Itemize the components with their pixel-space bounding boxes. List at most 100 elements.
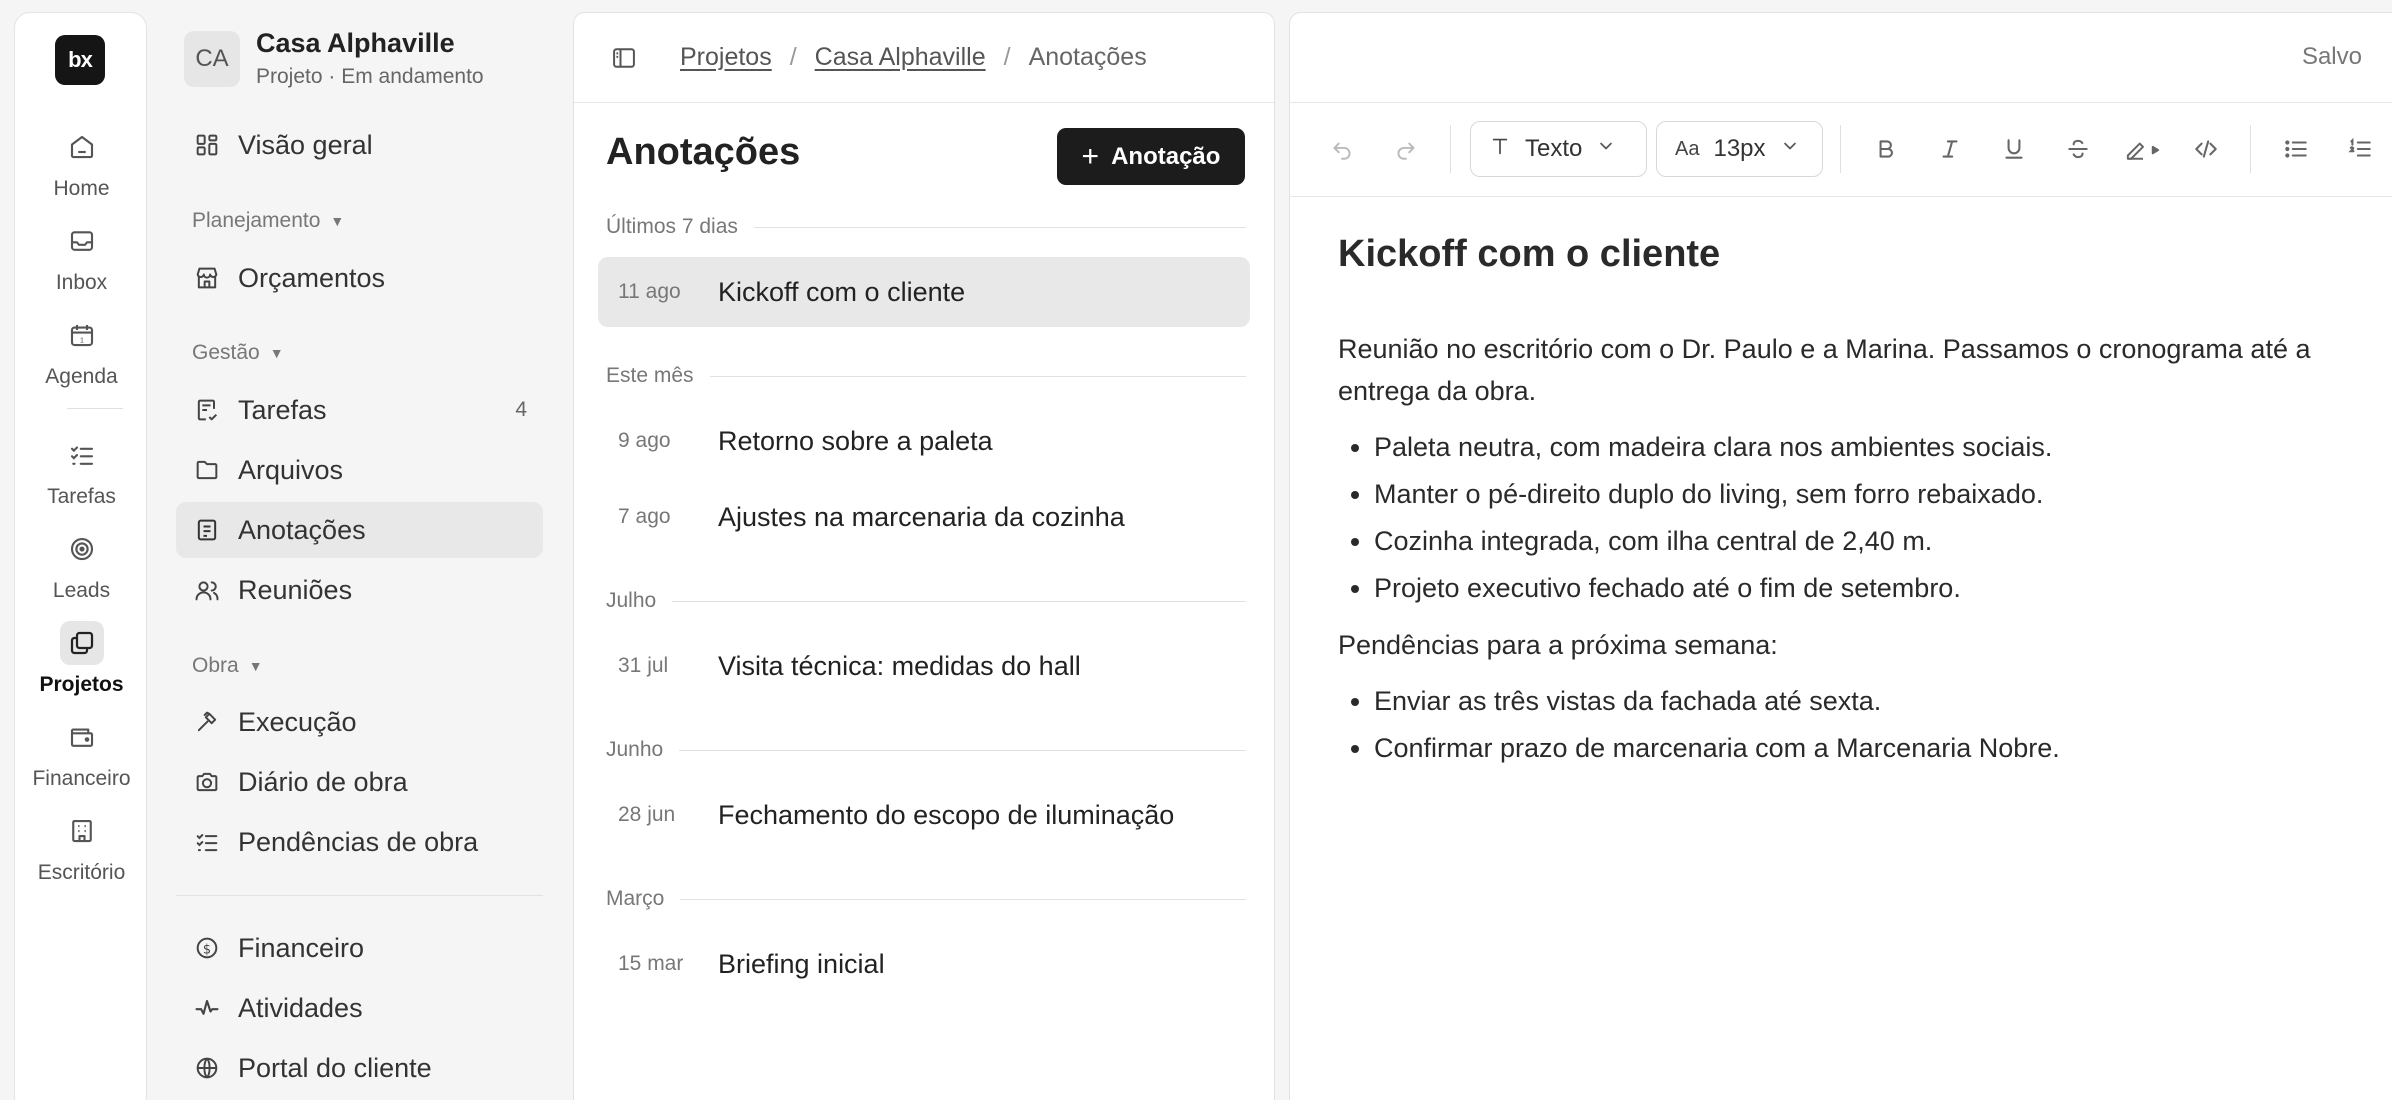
- store-icon: [192, 263, 222, 293]
- section-divider: [680, 898, 1246, 900]
- add-note-label: Anotação: [1111, 142, 1221, 170]
- app-logo[interactable]: bx: [55, 35, 105, 85]
- editor-toolbar: Texto Aa 13px: [1290, 103, 2392, 197]
- note-bullet-list: Paleta neutra, com madeira clara nos amb…: [1338, 424, 2358, 612]
- project-status: Projeto · Em andamento: [256, 65, 484, 88]
- sidebar-item-arquivos[interactable]: Arquivos: [176, 442, 543, 498]
- note-title: Fechamento do escopo de iluminação: [718, 799, 1175, 830]
- sidebar-item-portal[interactable]: Portal do cliente: [176, 1040, 543, 1096]
- bold-icon: [1879, 140, 1893, 158]
- note-icon: [192, 515, 222, 545]
- list-item: Paleta neutra, com madeira clara nos amb…: [1374, 424, 2358, 471]
- numbered-list-button[interactable]: [2340, 129, 2380, 169]
- sidebar-item-orcamentos[interactable]: Orçamentos: [176, 250, 543, 306]
- rail-item-agenda[interactable]: 1 Agenda: [15, 313, 148, 389]
- note-item[interactable]: 7 ago Ajustes na marcenaria da cozinha: [598, 482, 1250, 552]
- sidebar-item-anotacoes[interactable]: Anotações: [176, 502, 543, 558]
- home-icon: [60, 125, 104, 169]
- redo-button[interactable]: [1386, 129, 1426, 169]
- rail-item-home[interactable]: Home: [15, 125, 148, 201]
- sidebar-item-visao-geral[interactable]: Visão geral: [176, 117, 543, 173]
- undo-icon: [1333, 142, 1351, 160]
- note-item[interactable]: 9 ago Retorno sobre a paleta: [598, 406, 1250, 476]
- text-style-value: Texto: [1525, 135, 1583, 162]
- undo-button[interactable]: [1322, 129, 1362, 169]
- underline-button[interactable]: [1994, 129, 2034, 169]
- sidebar-item-diario[interactable]: Diário de obra: [176, 754, 543, 810]
- group-planejamento[interactable]: Planejamento ▼: [192, 209, 344, 233]
- project-header[interactable]: CA Casa Alphaville Projeto · Em andament…: [184, 28, 484, 89]
- strikethrough-button[interactable]: [2058, 129, 2098, 169]
- sidebar-item-label: Financeiro: [238, 932, 365, 963]
- note-date: 31 jul: [618, 654, 669, 677]
- sidebar-item-reunioes[interactable]: Reuniões: [176, 562, 543, 618]
- rail-item-projetos[interactable]: Projetos: [15, 621, 148, 697]
- add-note-button[interactable]: + Anotação: [1057, 128, 1245, 185]
- group-gestao[interactable]: Gestão ▼: [192, 341, 284, 365]
- tasks-icon: [60, 433, 104, 477]
- rail-item-inbox[interactable]: Inbox: [15, 219, 148, 295]
- calendar-icon: 1: [60, 313, 104, 357]
- folder-icon: [192, 455, 222, 485]
- topbar: Projetos / Casa Alphaville / Anotações: [574, 13, 1274, 103]
- plus-icon: +: [1081, 139, 1100, 173]
- redo-icon: [1397, 142, 1415, 160]
- code-button[interactable]: [2186, 129, 2226, 169]
- highlight-button[interactable]: [2118, 129, 2168, 169]
- note-item[interactable]: 31 jul Visita técnica: medidas do hall: [598, 631, 1250, 701]
- note-document[interactable]: Kickoff com o cliente Reunião no escritó…: [1338, 233, 2358, 784]
- note-item[interactable]: 11 ago Kickoff com o cliente: [598, 257, 1250, 327]
- note-item[interactable]: 15 mar Briefing inicial: [598, 929, 1250, 999]
- section-label: Julho: [606, 589, 657, 612]
- note-heading: Kickoff com o cliente: [1338, 233, 1721, 275]
- section-divider: [679, 749, 1246, 751]
- sidebar-item-label: Diário de obra: [238, 766, 408, 797]
- group-label: Obra: [192, 654, 239, 677]
- save-status: Salvo: [2301, 43, 2362, 70]
- sidebar-item-pendencias[interactable]: Pendências de obra: [176, 814, 543, 870]
- sidebar-item-label: Arquivos: [238, 454, 344, 485]
- rail-label: Home: [53, 177, 110, 200]
- sidebar-divider: [176, 895, 543, 896]
- breadcrumb: Projetos / Casa Alphaville / Anotações: [680, 43, 1147, 72]
- note-title: Visita técnica: medidas do hall: [718, 650, 1081, 681]
- numbered-list-icon: [2348, 137, 2371, 157]
- section-header: Março: [606, 887, 1246, 911]
- bold-button[interactable]: [1866, 129, 1906, 169]
- sidebar-toggle-icon[interactable]: [610, 44, 638, 72]
- breadcrumb-project[interactable]: Casa Alphaville: [815, 43, 986, 72]
- sidebar-item-label: Tarefas: [238, 394, 327, 425]
- page-title: Anotações: [606, 131, 801, 173]
- group-obra[interactable]: Obra ▼: [192, 654, 263, 678]
- note-item[interactable]: 28 jun Fechamento do escopo de iluminaçã…: [598, 780, 1250, 850]
- breadcrumb-projetos[interactable]: Projetos: [680, 43, 772, 72]
- font-size-icon: Aa: [1675, 137, 1700, 160]
- text-style-select[interactable]: Texto: [1470, 121, 1647, 177]
- sidebar-item-execucao[interactable]: Execução: [176, 694, 543, 750]
- sidebar-item-atividades[interactable]: Atividades: [176, 980, 543, 1036]
- underline-icon: [2005, 139, 2023, 159]
- app-rail: bx Home Inbox 1 Agenda Tarefas Leads Pro…: [14, 12, 147, 1100]
- rail-item-leads[interactable]: Leads: [15, 527, 148, 603]
- sidebar-item-financeiro[interactable]: $ Financeiro: [176, 920, 543, 976]
- sidebar-item-tarefas[interactable]: Tarefas 4: [176, 382, 543, 438]
- bullet-list-button[interactable]: [2276, 129, 2316, 169]
- list-item: Manter o pé-direito duplo do living, sem…: [1374, 471, 2358, 518]
- activity-icon: [192, 993, 222, 1023]
- editor-header: Salvo: [1290, 13, 2392, 103]
- rail-item-escritorio[interactable]: Escritório: [15, 809, 148, 885]
- building-icon: [60, 809, 104, 853]
- list-item: Cozinha integrada, com ilha central de 2…: [1374, 518, 2358, 565]
- rail-item-financeiro[interactable]: Financeiro: [15, 715, 148, 791]
- italic-button[interactable]: [1930, 129, 1970, 169]
- breadcrumb-separator: /: [789, 43, 797, 71]
- rail-item-tarefas[interactable]: Tarefas: [15, 433, 148, 509]
- hammer-icon: [192, 707, 222, 737]
- project-name: Casa Alphaville: [256, 28, 455, 58]
- font-size-select[interactable]: Aa 13px: [1656, 121, 1823, 177]
- list-item: Enviar as três vistas da fachada até sex…: [1374, 678, 2358, 725]
- group-label: Planejamento: [192, 209, 321, 232]
- section-divider: [709, 375, 1246, 377]
- note-editor: Salvo Texto Aa 13px Kickoff com o client…: [1289, 12, 2392, 1100]
- sidebar-item-label: Portal do cliente: [238, 1052, 432, 1083]
